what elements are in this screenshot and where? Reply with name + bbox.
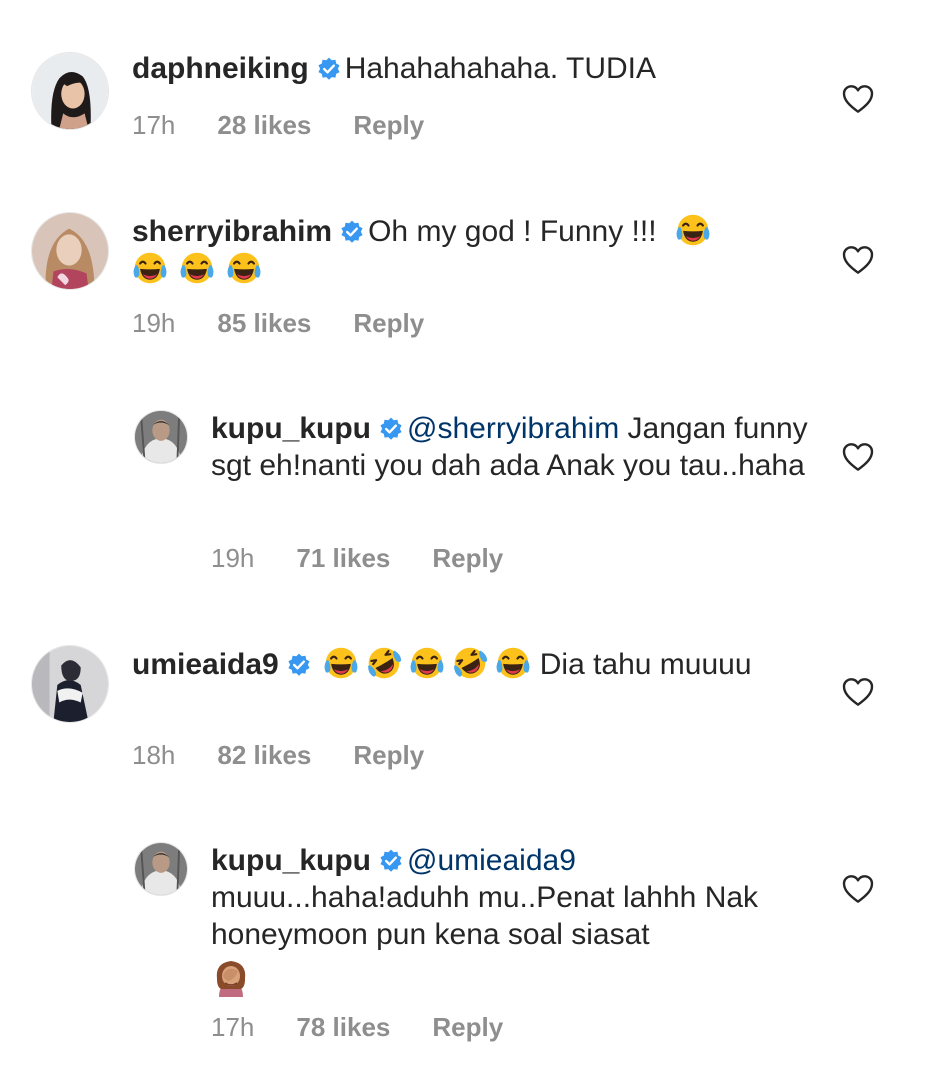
comment-time: 19h (132, 308, 176, 338)
mention-link[interactable]: @sherryibrahim (407, 412, 619, 445)
avatar-image (135, 843, 187, 895)
verified-badge-icon (317, 57, 341, 81)
avatar-image (32, 646, 108, 722)
comment-username[interactable]: kupu_kupu (211, 844, 371, 877)
reply-button[interactable]: Reply (432, 543, 503, 574)
laughing-emoji-icon (179, 250, 215, 286)
verified-badge-icon (287, 653, 311, 677)
comment-username[interactable]: umieaida9 (132, 648, 279, 681)
comment-text: umieaida9 Dia tahu muuuu (132, 645, 812, 683)
comment-username[interactable]: sherryibrahim (132, 215, 332, 248)
avatar[interactable] (31, 52, 109, 130)
reply-button[interactable]: Reply (353, 110, 424, 141)
comment-meta: 18h 82 likes Reply (132, 740, 424, 771)
verified-badge-icon (379, 849, 403, 873)
avatar-image (32, 53, 108, 129)
comment-username[interactable]: kupu_kupu (211, 412, 371, 445)
rofl-emoji-icon (452, 645, 488, 681)
like-heart-icon[interactable] (842, 874, 874, 904)
like-heart-icon[interactable] (842, 677, 874, 707)
comment-time: 18h (132, 740, 176, 770)
comment-likes[interactable]: 85 likes (217, 308, 311, 339)
avatar[interactable] (31, 645, 109, 723)
laughing-emoji-icon (132, 250, 168, 286)
laughing-emoji-icon (226, 250, 262, 286)
rofl-emoji-icon (366, 645, 402, 681)
comment-time: 17h (132, 110, 176, 140)
verified-badge-icon (379, 417, 403, 441)
comment-text: kupu_kupu @umieaida9 muuu...haha!aduhh mu… (211, 842, 811, 999)
comment-body: Oh my god ! Funny !!! (368, 215, 657, 248)
reply-button[interactable]: Reply (432, 1012, 503, 1043)
like-heart-icon[interactable] (842, 84, 874, 114)
reply-button[interactable]: Reply (353, 308, 424, 339)
comment-time: 19h (211, 543, 255, 573)
laughing-emoji-icon (495, 645, 531, 681)
reply-button[interactable]: Reply (353, 740, 424, 771)
verified-badge-icon (340, 220, 364, 244)
comment-body: muuu...haha!aduhh mu..Penat lahhh Nak ho… (211, 881, 759, 951)
comment-body: Hahahahahaha. TUDIA (344, 52, 657, 85)
comment-meta: 19h 85 likes Reply (132, 308, 424, 339)
comment-text: sherryibrahim Oh my god ! Funny !!! (132, 212, 812, 288)
comment-meta: 17h 28 likes Reply (132, 110, 424, 141)
avatar[interactable] (134, 410, 188, 464)
comment-time: 17h (211, 1012, 255, 1042)
like-heart-icon[interactable] (842, 245, 874, 275)
avatar-image (32, 213, 108, 289)
comment-likes[interactable]: 28 likes (217, 110, 311, 141)
comment-likes[interactable]: 78 likes (296, 1012, 390, 1043)
comment-likes[interactable]: 71 likes (296, 543, 390, 574)
laughing-emoji-icon (409, 645, 445, 681)
comment-likes[interactable]: 82 likes (217, 740, 311, 771)
comment-meta: 17h 78 likes Reply (211, 1012, 503, 1043)
avatar[interactable] (31, 212, 109, 290)
avatar-image (135, 411, 187, 463)
mention-link[interactable]: @umieaida9 (407, 844, 576, 877)
laughing-emoji-icon (675, 212, 711, 248)
facepalm-emoji-icon (211, 957, 251, 997)
comment-text: daphneiking Hahahahahaha. TUDIA (132, 50, 812, 87)
comment-text: kupu_kupu @sherryibrahim Jangan funny sgt… (211, 410, 811, 484)
comment-body: Dia tahu muuuu (539, 648, 752, 681)
comment-meta: 19h 71 likes Reply (211, 543, 503, 574)
laughing-emoji-icon (323, 645, 359, 681)
avatar[interactable] (134, 842, 188, 896)
like-heart-icon[interactable] (842, 442, 874, 472)
comment-username[interactable]: daphneiking (132, 52, 309, 85)
